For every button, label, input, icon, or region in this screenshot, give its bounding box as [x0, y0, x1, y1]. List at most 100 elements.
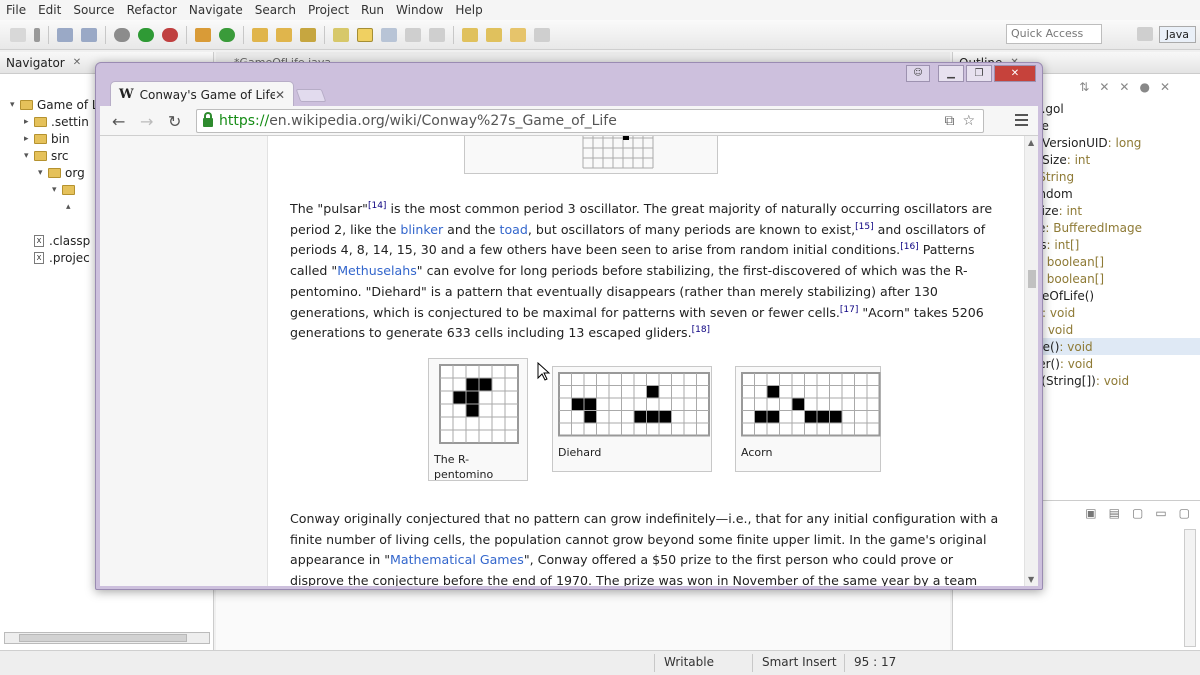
reload-icon[interactable]: ↻ [168, 112, 181, 131]
page-scrollbar-thumb[interactable] [1028, 270, 1036, 288]
search-icon[interactable] [300, 27, 316, 42]
outline-item[interactable]: rid : boolean[] [1023, 253, 1200, 270]
menu-item-refactor[interactable]: Refactor [127, 3, 177, 17]
expand-arrow-icon[interactable]: ▾ [10, 100, 20, 110]
reference-link[interactable]: [18] [692, 325, 710, 335]
pin-console-icon[interactable]: ▣ [1085, 506, 1096, 520]
open-type-icon[interactable] [252, 27, 268, 42]
outline-item[interactable]: nst.gol [1023, 100, 1200, 117]
open-resource-icon[interactable] [276, 27, 292, 42]
browser-tab[interactable]: W Conway's Game of Life - ✕ [110, 81, 294, 107]
restore-window-icon[interactable]: ❐ [966, 65, 992, 82]
menu-item-source[interactable]: Source [73, 3, 114, 17]
horizontal-scrollbar[interactable] [4, 632, 210, 644]
close-icon[interactable]: ✕ [73, 57, 81, 68]
hide-fields-icon[interactable]: ✕ [1099, 80, 1109, 94]
hide-nonpublic-icon[interactable]: ● [1139, 80, 1149, 94]
grid-background [741, 372, 881, 437]
outline-item[interactable]: meSize : int [1023, 151, 1200, 168]
outline-item[interactable]: idSize : int [1023, 202, 1200, 219]
save-all-icon[interactable] [81, 27, 97, 42]
menu-item-edit[interactable]: Edit [38, 3, 61, 17]
dropdown-icon[interactable] [34, 27, 40, 42]
highlight-icon[interactable] [357, 27, 373, 42]
close-tab-icon[interactable]: ✕ [275, 88, 285, 102]
outline-item[interactable]: nder() : void [1023, 355, 1200, 372]
debug-icon[interactable] [114, 27, 130, 42]
outline-item[interactable]: ameOfLife() [1023, 287, 1200, 304]
close-window-icon[interactable]: ✕ [994, 65, 1036, 82]
menu-item-run[interactable]: Run [361, 3, 384, 17]
maximize-icon[interactable]: ▢ [1179, 506, 1190, 520]
outline-item[interactable]: rt() : void [1023, 304, 1200, 321]
bookmark-star-icon[interactable]: ☆ [962, 113, 975, 129]
chrome-menu-icon[interactable] [1015, 114, 1028, 129]
vertical-scrollbar[interactable] [1184, 529, 1196, 647]
article-link[interactable]: Methuselahs [337, 263, 417, 278]
open-perspective-icon[interactable] [1136, 27, 1153, 41]
outline-item[interactable]: Random [1023, 185, 1200, 202]
address-bar[interactable]: https:// en.wikipedia.org/wiki/Conway%27… [196, 109, 984, 133]
article-link[interactable]: toad [500, 222, 528, 237]
article-link[interactable]: Mathematical Games [390, 552, 524, 567]
annotation-icon[interactable] [381, 27, 397, 42]
outline-item[interactable]: rid : boolean[] [1023, 270, 1200, 287]
outline-item[interactable]: age : BufferedImage [1023, 219, 1200, 236]
outline-item[interactable]: rialVersionUID : long [1023, 134, 1200, 151]
menu-item-project[interactable]: Project [308, 3, 349, 17]
pin-icon[interactable] [333, 27, 349, 42]
new-icon[interactable] [10, 27, 26, 42]
external-tools-icon[interactable] [162, 27, 178, 42]
translate-icon[interactable]: ⧉ [944, 113, 954, 129]
reference-link[interactable]: [16] [900, 242, 918, 252]
expand-arrow-icon[interactable]: ▸ [24, 134, 34, 144]
page-scrollbar[interactable]: ▲ ▼ [1024, 136, 1038, 586]
reference-link[interactable]: [17] [840, 304, 858, 314]
menu-item-help[interactable]: Help [455, 3, 482, 17]
reference-link[interactable]: [15] [855, 222, 873, 232]
next-annotation-icon[interactable] [462, 27, 478, 42]
hide-static-icon[interactable]: ✕ [1119, 80, 1129, 94]
display-console-icon[interactable]: ▤ [1109, 506, 1120, 520]
expand-arrow-icon[interactable]: ▾ [38, 168, 48, 178]
hide-local-types-icon[interactable]: ✕ [1160, 80, 1170, 94]
minimize-icon[interactable]: ▭ [1155, 506, 1166, 520]
scroll-down-icon[interactable]: ▼ [1028, 575, 1034, 584]
expand-arrow-icon[interactable]: ▸ [24, 117, 34, 127]
menu-item-file[interactable]: File [6, 3, 26, 17]
java-perspective-button[interactable]: Java [1158, 25, 1196, 43]
article-link[interactable]: blinker [400, 222, 443, 237]
block-selection-icon[interactable] [405, 27, 421, 42]
back-arrow-icon[interactable]: ← [112, 112, 125, 131]
forward-arrow-icon[interactable]: → [140, 112, 153, 131]
save-icon[interactable] [57, 27, 73, 42]
new-tab-button[interactable] [295, 89, 327, 102]
scrollbar-thumb[interactable] [19, 634, 187, 642]
user-profile-icon[interactable]: ☺ [906, 65, 930, 82]
outline-item[interactable]: kels : int[] [1023, 236, 1200, 253]
outline-item[interactable]: fLife [1023, 117, 1200, 134]
reference-link[interactable]: [14] [368, 201, 386, 211]
sort-icon[interactable]: ⇅ [1079, 80, 1089, 94]
run-icon[interactable] [138, 27, 154, 42]
show-whitespace-icon[interactable] [429, 27, 445, 42]
outline-item[interactable]: n() : void [1023, 321, 1200, 338]
refresh-icon[interactable] [219, 27, 235, 42]
scroll-up-icon[interactable]: ▲ [1028, 138, 1034, 147]
menu-item-window[interactable]: Window [396, 3, 443, 17]
outline-item[interactable]: date() : void [1023, 338, 1200, 355]
outline-item[interactable]: ain(String[]) : void [1023, 372, 1200, 389]
prev-annotation-icon[interactable] [486, 27, 502, 42]
expand-arrow-icon[interactable]: ▾ [52, 185, 62, 195]
expand-arrow-icon[interactable]: ▾ [24, 151, 34, 161]
expand-arrow-icon[interactable]: ▴ [66, 202, 76, 212]
forward-icon[interactable] [534, 27, 550, 42]
new-java-class-icon[interactable] [195, 27, 211, 42]
minimize-window-icon[interactable]: ▁ [938, 65, 964, 82]
outline-item[interactable]: e : String [1023, 168, 1200, 185]
menu-item-navigate[interactable]: Navigate [189, 3, 243, 17]
open-console-icon[interactable]: ▢ [1132, 506, 1143, 520]
menu-item-search[interactable]: Search [255, 3, 296, 17]
back-icon[interactable] [510, 27, 526, 42]
quick-access-input[interactable]: Quick Access [1006, 24, 1102, 44]
